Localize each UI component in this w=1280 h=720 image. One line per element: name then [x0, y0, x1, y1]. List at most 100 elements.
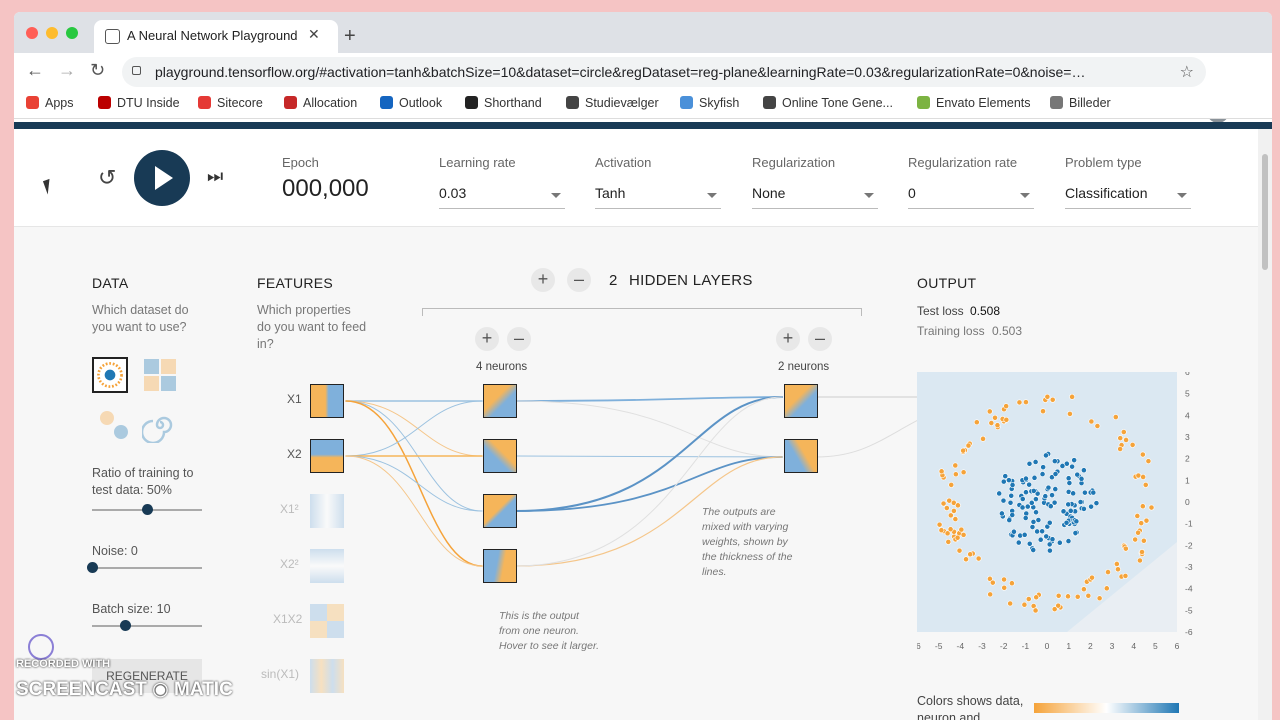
dataset-circle-thumb[interactable] — [92, 357, 128, 393]
layer1-neuron-1[interactable] — [483, 384, 517, 418]
tab-close-icon[interactable]: ✕ — [308, 26, 320, 43]
epoch-label: Epoch — [282, 155, 319, 170]
problem-type-label: Problem type — [1065, 155, 1142, 170]
feature-x2sq-node[interactable] — [310, 549, 344, 583]
bookmark-apps[interactable]: Apps — [26, 96, 74, 110]
data-point-orange — [1055, 592, 1062, 599]
back-arrow-icon[interactable]: ← — [26, 60, 44, 81]
batch-slider[interactable] — [92, 625, 202, 627]
feature-x1x2-node[interactable] — [310, 604, 344, 638]
data-point-orange — [1016, 399, 1023, 406]
data-point-blue — [996, 490, 1003, 497]
feature-x2-node[interactable] — [310, 439, 344, 473]
tab-playground[interactable]: A Neural Network Playground ✕ — [94, 20, 338, 53]
layer1-neuron-2[interactable] — [483, 439, 517, 473]
bookmark-online-tone-gene[interactable]: Online Tone Gene... — [763, 96, 893, 110]
data-point-orange — [1003, 416, 1010, 423]
bookmark-outlook[interactable]: Outlook — [380, 96, 442, 110]
data-point-orange — [936, 521, 943, 528]
control-bar: ↺ ⏭ Epoch 000,000 Learning rate 0.03 Act… — [14, 129, 1258, 227]
data-point-blue — [1056, 539, 1063, 546]
data-point-blue — [1026, 481, 1033, 488]
data-point-blue — [1030, 547, 1037, 553]
forward-arrow-icon[interactable]: → — [58, 60, 76, 81]
feature-x1-node[interactable] — [310, 384, 344, 418]
data-point-blue — [1045, 484, 1052, 491]
noise-slider[interactable] — [92, 567, 202, 569]
address-bar[interactable]: playground.tensorflow.org/#activation=ta… — [122, 57, 1206, 87]
bookmark-icon — [680, 96, 693, 109]
maximize-window-button[interactable] — [66, 27, 78, 39]
bookmark-studiev-lger[interactable]: Studievælger — [566, 96, 659, 110]
layer1-add-neuron-button[interactable]: + — [475, 327, 499, 351]
new-tab-button[interactable]: + — [344, 25, 356, 48]
ratio-slider-knob[interactable] — [142, 504, 153, 515]
noise-slider-knob[interactable] — [87, 562, 98, 573]
data-point-blue — [1040, 464, 1047, 471]
y-tick-label: 5 — [1185, 389, 1190, 399]
feature-label-x1sq: X1² — [280, 502, 299, 516]
bookmark-skyfish[interactable]: Skyfish — [680, 96, 739, 110]
layer2-neurons-label: 2 neurons — [778, 361, 830, 373]
data-point-blue — [1019, 504, 1026, 511]
bookmark-shorthand[interactable]: Shorthand — [465, 96, 542, 110]
reset-icon[interactable]: ↺ — [98, 165, 116, 191]
layer1-remove-neuron-button[interactable]: – — [507, 327, 531, 351]
minimize-window-button[interactable] — [46, 27, 58, 39]
test-loss-label: Test loss — [917, 304, 964, 318]
layer2-add-neuron-button[interactable]: + — [776, 327, 800, 351]
bookmark-label: Billeder — [1069, 96, 1111, 110]
data-point-orange — [973, 419, 980, 426]
navigation-bar: ← → ↻ playground.tensorflow.org/#activat… — [14, 53, 1272, 123]
data-point-orange — [1032, 607, 1039, 614]
bookmark-envato-elements[interactable]: Envato Elements — [917, 96, 1031, 110]
data-point-orange — [1085, 592, 1092, 599]
reload-icon[interactable]: ↻ — [90, 60, 105, 81]
play-button[interactable] — [134, 150, 190, 206]
feature-x1sq-node[interactable] — [310, 494, 344, 528]
x-tick-label: 6 — [1175, 641, 1180, 651]
layer2-neuron-1[interactable] — [784, 384, 818, 418]
data-point-orange — [946, 497, 953, 504]
data-point-blue — [999, 510, 1005, 517]
scrollbar-thumb[interactable] — [1262, 154, 1268, 270]
data-point-blue — [1032, 496, 1039, 503]
page-scrollbar[interactable] — [1258, 129, 1272, 720]
remove-layer-button[interactable]: – — [567, 268, 591, 292]
dataset-spiral-thumb[interactable] — [142, 407, 178, 443]
step-icon[interactable]: ⏭ — [207, 166, 223, 187]
regularization-rate-select[interactable] — [908, 181, 1034, 209]
output-plot[interactable]: -6 -5 -4 -3 -2 -1 0 1 2 3 4 5 6 6 5 4 3 2 1 0 -1 -2 -3 -4 -5 -6 — [917, 372, 1207, 652]
data-point-orange — [952, 471, 959, 478]
bookmark-label: Skyfish — [699, 96, 740, 110]
data-point-orange — [1122, 573, 1129, 579]
batch-slider-knob[interactable] — [120, 620, 131, 631]
data-point-blue — [1090, 489, 1097, 496]
data-point-blue — [1042, 493, 1049, 500]
add-layer-button[interactable]: + — [531, 268, 555, 292]
data-point-orange — [1115, 566, 1121, 573]
bookmark-label: Envato Elements — [936, 96, 1031, 110]
data-point-orange — [1135, 529, 1141, 536]
data-point-orange — [1065, 593, 1071, 600]
feature-sinx1-node[interactable] — [310, 659, 344, 693]
data-point-orange — [1003, 403, 1010, 410]
bookmark-allocation[interactable]: Allocation — [284, 96, 357, 110]
data-point-orange — [1103, 585, 1110, 592]
regularization-label: Regularization — [752, 155, 836, 170]
layer2-neuron-2[interactable] — [784, 439, 818, 473]
dataset-xor-thumb[interactable] — [142, 357, 178, 393]
bookmark-billeder[interactable]: Billeder — [1050, 96, 1111, 110]
close-window-button[interactable] — [26, 27, 38, 39]
dataset-gauss-thumb[interactable] — [96, 407, 132, 443]
layer1-neuron-4[interactable] — [483, 549, 517, 583]
layer1-neuron-3[interactable] — [483, 494, 517, 528]
bookmark-star-icon[interactable]: ☆ — [1180, 62, 1194, 82]
batch-label: Batch size: 10 — [92, 602, 171, 616]
data-point-orange — [1089, 574, 1095, 581]
layer2-remove-neuron-button[interactable]: – — [808, 327, 832, 351]
bookmark-sitecore[interactable]: Sitecore — [198, 96, 263, 110]
y-tick-label: -2 — [1185, 540, 1193, 550]
bookmark-dtu-inside[interactable]: DTU Inside — [98, 96, 180, 110]
data-point-orange — [980, 435, 986, 442]
